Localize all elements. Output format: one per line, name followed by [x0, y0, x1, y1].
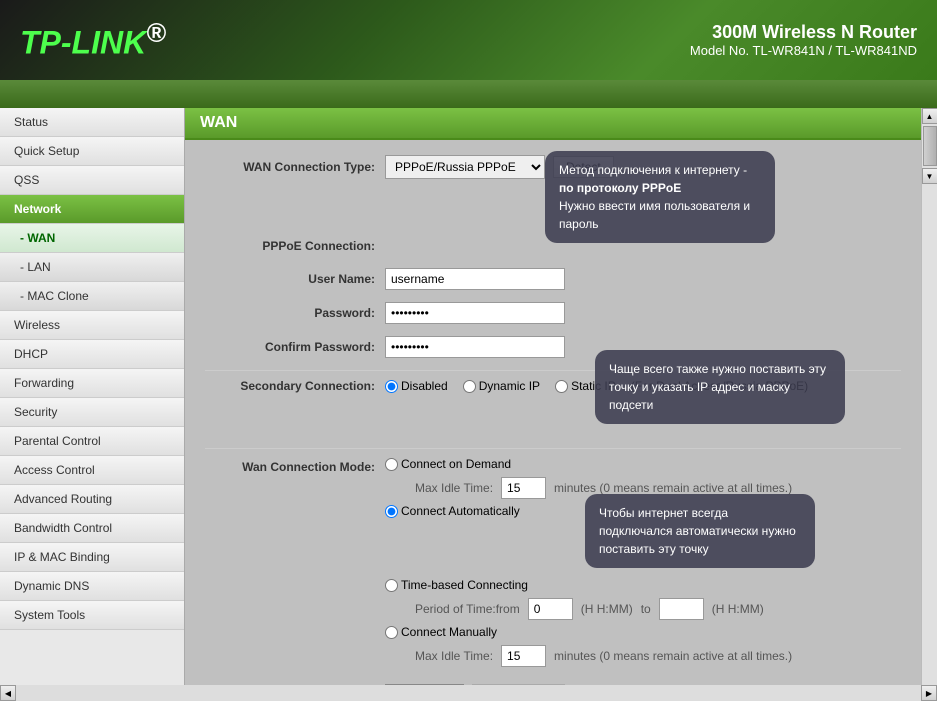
radio-dynamic-ip-item[interactable]: Dynamic IP	[463, 379, 540, 393]
connect-manually-row: Connect Manually	[385, 625, 901, 639]
sidebar-item-advanced-routing[interactable]: Advanced Routing	[0, 485, 184, 514]
scroll-thumb[interactable]	[923, 126, 937, 166]
sidebar-item-system-tools[interactable]: System Tools	[0, 601, 184, 630]
username-input[interactable]	[385, 268, 565, 290]
connect-manually-options: Max Idle Time: minutes (0 means remain a…	[415, 645, 901, 667]
tooltip-secondary: Чаще всего также нужно поставить эту точ…	[595, 350, 845, 424]
scroll-right-button[interactable]: ▶	[921, 685, 937, 701]
sidebar-item-network[interactable]: Network	[0, 195, 184, 224]
sidebar-item-forwarding[interactable]: Forwarding	[0, 369, 184, 398]
time-based-label: Time-based Connecting	[401, 578, 528, 592]
header: TP-LINK® 300M Wireless N Router Model No…	[0, 0, 937, 80]
product-title: 300M Wireless N Router	[690, 22, 917, 43]
connect-on-demand-label: Connect on Demand	[401, 457, 511, 471]
confirm-password-control	[385, 336, 565, 358]
content-scroll[interactable]: WAN WAN Connection Type: PPPoE/Russia PP…	[185, 108, 921, 685]
connect-manually-label: Connect Manually	[401, 625, 497, 639]
connect-on-demand-input[interactable]	[385, 458, 398, 471]
password-label: Password:	[205, 306, 385, 320]
username-label: User Name:	[205, 272, 385, 286]
horizontal-scrollbar[interactable]: ◀ ▶	[0, 685, 937, 701]
connect-manually-item[interactable]: Connect Manually	[385, 625, 497, 639]
connect-on-demand-row: Connect on Demand	[385, 457, 901, 471]
time-based-options: Period of Time:from (H H:MM) to (H H:MM)	[415, 598, 901, 620]
sidebar-item-dynamic-dns[interactable]: Dynamic DNS	[0, 572, 184, 601]
sidebar: Status Quick Setup QSS Network - WAN - L…	[0, 108, 185, 685]
content-body: WAN Connection Type: PPPoE/Russia PPPoE …	[185, 140, 921, 685]
model-number: Model No. TL-WR841N / TL-WR841ND	[690, 43, 917, 58]
logo-text: TP-LINK	[20, 25, 146, 61]
main-wrapper: Status Quick Setup QSS Network - WAN - L…	[0, 108, 937, 701]
sidebar-item-dhcp[interactable]: DHCP	[0, 340, 184, 369]
time-based-item[interactable]: Time-based Connecting	[385, 578, 528, 592]
logo: TP-LINK®	[20, 18, 166, 62]
vertical-scrollbar[interactable]: ▲ ▼	[921, 108, 937, 685]
connect-automatically-input[interactable]	[385, 505, 398, 518]
connect-on-demand-item[interactable]: Connect on Demand	[385, 457, 511, 471]
max-idle-note-2: minutes (0 means remain active at all ti…	[554, 649, 792, 663]
connect-automatically-item[interactable]: Connect Automatically	[385, 504, 520, 518]
wan-type-select[interactable]: PPPoE/Russia PPPoE	[385, 155, 545, 179]
content-header: WAN	[185, 108, 921, 140]
sidebar-item-quick-setup[interactable]: Quick Setup	[0, 137, 184, 166]
max-idle-note-1: minutes (0 means remain active at all ti…	[554, 481, 792, 495]
radio-dynamic-ip-input[interactable]	[463, 380, 476, 393]
sidebar-item-access-control[interactable]: Access Control	[0, 456, 184, 485]
to-label: to	[641, 602, 651, 616]
wan-mode-label: Wan Connection Mode:	[205, 457, 385, 474]
radio-disabled-label: Disabled	[401, 379, 448, 393]
sidebar-item-bandwidth-control[interactable]: Bandwidth Control	[0, 514, 184, 543]
max-idle-label-2: Max Idle Time:	[415, 649, 493, 663]
secondary-label: Secondary Connection:	[205, 379, 385, 393]
time-based-input[interactable]	[385, 579, 398, 592]
connect-manually-input[interactable]	[385, 626, 398, 639]
radio-dynamic-ip-label: Dynamic IP	[479, 379, 540, 393]
page-title: WAN	[200, 114, 237, 131]
sidebar-item-wireless[interactable]: Wireless	[0, 311, 184, 340]
max-idle-label-1: Max Idle Time:	[415, 481, 493, 495]
content-with-scroll: WAN WAN Connection Type: PPPoE/Russia PP…	[185, 108, 937, 685]
h-scroll-track	[16, 685, 921, 701]
sidebar-item-wan[interactable]: - WAN	[0, 224, 184, 253]
sidebar-item-qss[interactable]: QSS	[0, 166, 184, 195]
sidebar-item-ip-mac-binding[interactable]: IP & MAC Binding	[0, 543, 184, 572]
wan-type-label: WAN Connection Type:	[205, 160, 385, 174]
max-idle-input-2[interactable]	[501, 645, 546, 667]
scroll-left-button[interactable]: ◀	[0, 685, 16, 701]
username-control	[385, 268, 565, 290]
hhmm-label-2: (H H:MM)	[712, 602, 764, 616]
sidebar-item-mac-clone[interactable]: - MAC Clone	[0, 282, 184, 311]
sidebar-item-status[interactable]: Status	[0, 108, 184, 137]
password-input[interactable]	[385, 302, 565, 324]
sidebar-item-security[interactable]: Security	[0, 398, 184, 427]
scroll-down-button[interactable]: ▼	[922, 168, 937, 184]
radio-disabled-item[interactable]: Disabled	[385, 379, 448, 393]
confirm-password-input[interactable]	[385, 336, 565, 358]
connect-automatically-label: Connect Automatically	[401, 504, 520, 518]
radio-disabled-input[interactable]	[385, 380, 398, 393]
period-to-input[interactable]	[659, 598, 704, 620]
tooltip-auto-connect: Чтобы интернет всегда подключался автома…	[585, 494, 815, 568]
radio-static-ip-input[interactable]	[555, 380, 568, 393]
nav-bar	[0, 80, 937, 108]
hhmm-label-1: (H H:MM)	[581, 602, 633, 616]
pppoe-label: PPPoE Connection:	[205, 239, 385, 253]
wan-mode-row: Wan Connection Mode: Connect on Demand	[205, 457, 901, 672]
confirm-password-label: Confirm Password:	[205, 340, 385, 354]
username-row: User Name:	[205, 268, 901, 290]
tooltip-pppoe: Метод подключения к интернету - по прото…	[545, 151, 775, 243]
sidebar-item-parental-control[interactable]: Parental Control	[0, 427, 184, 456]
time-based-row: Time-based Connecting	[385, 578, 901, 592]
password-control	[385, 302, 565, 324]
max-idle-input-1[interactable]	[501, 477, 546, 499]
sidebar-item-lan[interactable]: - LAN	[0, 253, 184, 282]
period-from-input[interactable]	[528, 598, 573, 620]
logo-reg: ®	[146, 18, 166, 48]
wan-mode-options: Connect on Demand Max Idle Time: minutes…	[385, 457, 901, 672]
period-label: Period of Time:from	[415, 602, 520, 616]
inner-wrapper: Status Quick Setup QSS Network - WAN - L…	[0, 108, 937, 685]
scroll-up-button[interactable]: ▲	[922, 108, 937, 124]
header-model-info: 300M Wireless N Router Model No. TL-WR84…	[690, 22, 917, 58]
password-row: Password:	[205, 302, 901, 324]
